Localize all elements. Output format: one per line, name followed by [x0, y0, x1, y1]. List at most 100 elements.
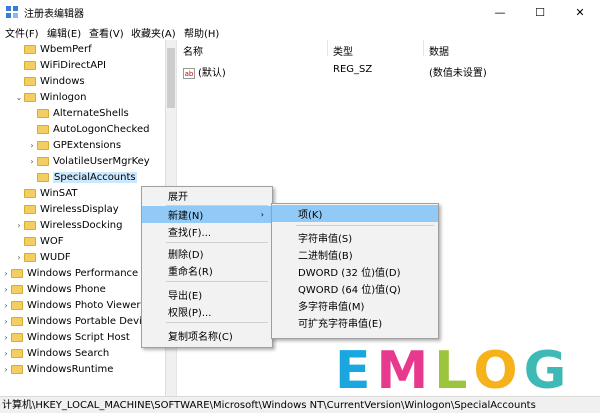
ctx-permissions[interactable]: 权限(P)...	[142, 303, 272, 320]
expand-icon[interactable]: ›	[14, 253, 24, 262]
new-string-value[interactable]: 字符串值(S)	[272, 229, 438, 246]
tree-item[interactable]: › Windows Search	[1, 345, 109, 361]
column-header-type[interactable]: 类型	[333, 43, 353, 58]
logo-letter: L	[434, 341, 468, 401]
expand-icon[interactable]: ›	[1, 269, 11, 278]
column-divider[interactable]	[327, 40, 328, 56]
ctx-delete[interactable]: 删除(D)	[142, 245, 272, 262]
tree-item[interactable]: WinSAT	[14, 185, 78, 201]
emlog-watermark: E M L O G	[335, 345, 566, 397]
tree-item[interactable]: › WindowsRuntime	[1, 361, 113, 377]
menu-favorites[interactable]: 收藏夹(A)	[131, 25, 176, 40]
menu-file[interactable]: 文件(F)	[5, 25, 39, 40]
new-multi-string-value[interactable]: 多字符串值(M)	[272, 297, 438, 314]
new-binary-value[interactable]: 二进制值(B)	[272, 246, 438, 263]
tree-item[interactable]: WbemPerf	[14, 41, 92, 57]
tree-item-label: AlternateShells	[53, 107, 129, 119]
tree-item[interactable]: › Windows Performance	[1, 265, 138, 281]
tree-item-label: WirelessDocking	[40, 219, 123, 231]
close-button[interactable]: ✕	[560, 0, 600, 24]
folder-icon	[11, 268, 23, 278]
new-qword-value[interactable]: QWORD (64 位)值(Q)	[272, 280, 438, 297]
ctx-permissions-label: 权限(P)...	[168, 308, 212, 319]
folder-icon	[24, 76, 36, 86]
tree-item-label: SpecialAccounts	[53, 171, 137, 183]
tree-item[interactable]: ⌄ Winlogon	[14, 89, 87, 105]
tree-item-label: WirelessDisplay	[40, 203, 119, 215]
tree-item[interactable]: › VolatileUserMgrKey	[27, 153, 150, 169]
tree-item-label: Windows Search	[27, 347, 110, 359]
folder-icon	[24, 220, 36, 230]
tree-item[interactable]: › Windows Phone	[1, 281, 105, 297]
tree-item[interactable]: › Windows Portable Devices	[1, 313, 158, 329]
folder-icon	[11, 316, 23, 326]
tree-item-label: WiFiDirectAPI	[40, 59, 107, 71]
ctx-expand-label: 展开	[168, 192, 188, 203]
value-name-cell[interactable]: ab (默认)	[183, 64, 226, 79]
ctx-new-label: 新建(N)	[168, 211, 204, 222]
new-submenu: 项(K) 字符串值(S) 二进制值(B) DWORD (32 位)值(D) QW…	[271, 203, 439, 339]
expand-icon[interactable]: ›	[27, 141, 37, 150]
expand-icon[interactable]: ›	[1, 333, 11, 342]
menu-edit[interactable]: 编辑(E)	[47, 25, 81, 40]
maximize-button[interactable]: ☐	[520, 0, 560, 24]
value-data: (数值未设置)	[429, 68, 487, 79]
tree-item[interactable]: › WirelessDocking	[14, 217, 122, 233]
column-header-data[interactable]: 数据	[429, 43, 449, 58]
ctx-copy-key-name[interactable]: 复制项名称(C)	[142, 327, 272, 344]
ctx-find[interactable]: 查找(F)...	[142, 223, 272, 240]
tree-item[interactable]: › Windows Photo Viewer	[1, 297, 140, 313]
expand-icon[interactable]: ›	[1, 349, 11, 358]
expand-icon[interactable]: ›	[1, 317, 11, 326]
logo-letter: O	[473, 341, 518, 401]
tree-item-label: VolatileUserMgrKey	[53, 155, 150, 167]
separator	[166, 322, 268, 323]
folder-icon	[37, 124, 49, 134]
string-value-icon: ab	[183, 67, 195, 79]
tree-item[interactable]: › WUDF	[14, 249, 70, 265]
separator	[166, 242, 268, 243]
context-menu: 展开 新建(N) › 查找(F)... 删除(D) 重命名(R) 导出(E) 权限…	[141, 186, 273, 348]
ctx-rename[interactable]: 重命名(R)	[142, 262, 272, 279]
tree-item-label: WindowsRuntime	[27, 363, 114, 375]
ctx-find-label: 查找(F)...	[168, 228, 212, 239]
menu-help[interactable]: 帮助(H)	[184, 25, 219, 40]
new-key[interactable]: 项(K)	[272, 205, 438, 222]
expand-icon[interactable]: ›	[1, 301, 11, 310]
menu-view[interactable]: 查看(V)	[89, 25, 124, 40]
new-string-value-label: 字符串值(S)	[298, 234, 353, 245]
column-divider[interactable]	[423, 40, 424, 56]
tree-item[interactable]: › GPExtensions	[27, 137, 121, 153]
new-dword-value[interactable]: DWORD (32 位)值(D)	[272, 263, 438, 280]
tree-item-label: GPExtensions	[53, 139, 122, 151]
expand-icon[interactable]: ›	[14, 221, 24, 230]
new-expandable-string-value[interactable]: 可扩充字符串值(E)	[272, 314, 438, 331]
tree-item[interactable]: Windows	[14, 73, 85, 89]
menu-bar: 文件(F) 编辑(E) 查看(V) 收藏夹(A) 帮助(H)	[0, 24, 600, 40]
value-name: (默认)	[198, 68, 226, 79]
scrollbar-thumb[interactable]	[167, 48, 175, 108]
expand-icon[interactable]: ›	[27, 157, 37, 166]
tree-item[interactable]: WirelessDisplay	[14, 201, 119, 217]
folder-icon	[37, 108, 49, 118]
column-header-name[interactable]: 名称	[183, 43, 203, 58]
expand-icon[interactable]: ›	[1, 285, 11, 294]
logo-letter: M	[376, 341, 429, 401]
tree-item[interactable]: AlternateShells	[27, 105, 129, 121]
tree-item-label: Windows Script Host	[27, 331, 130, 343]
collapse-icon[interactable]: ⌄	[14, 93, 24, 102]
ctx-export[interactable]: 导出(E)	[142, 286, 272, 303]
tree-item[interactable]: SpecialAccounts	[27, 169, 137, 185]
new-expandable-string-value-label: 可扩充字符串值(E)	[298, 319, 383, 330]
folder-icon	[11, 300, 23, 310]
tree-item[interactable]: AutoLogonChecked	[27, 121, 149, 137]
tree-item[interactable]: › Windows Script Host	[1, 329, 130, 345]
tree-item[interactable]: WOF	[14, 233, 64, 249]
separator	[296, 225, 434, 226]
expand-icon[interactable]: ›	[1, 365, 11, 374]
folder-icon	[24, 44, 36, 54]
tree-item[interactable]: WiFiDirectAPI	[14, 57, 106, 73]
ctx-expand[interactable]: 展开	[142, 187, 272, 204]
minimize-button[interactable]: —	[480, 0, 520, 24]
ctx-new[interactable]: 新建(N) ›	[142, 206, 272, 223]
